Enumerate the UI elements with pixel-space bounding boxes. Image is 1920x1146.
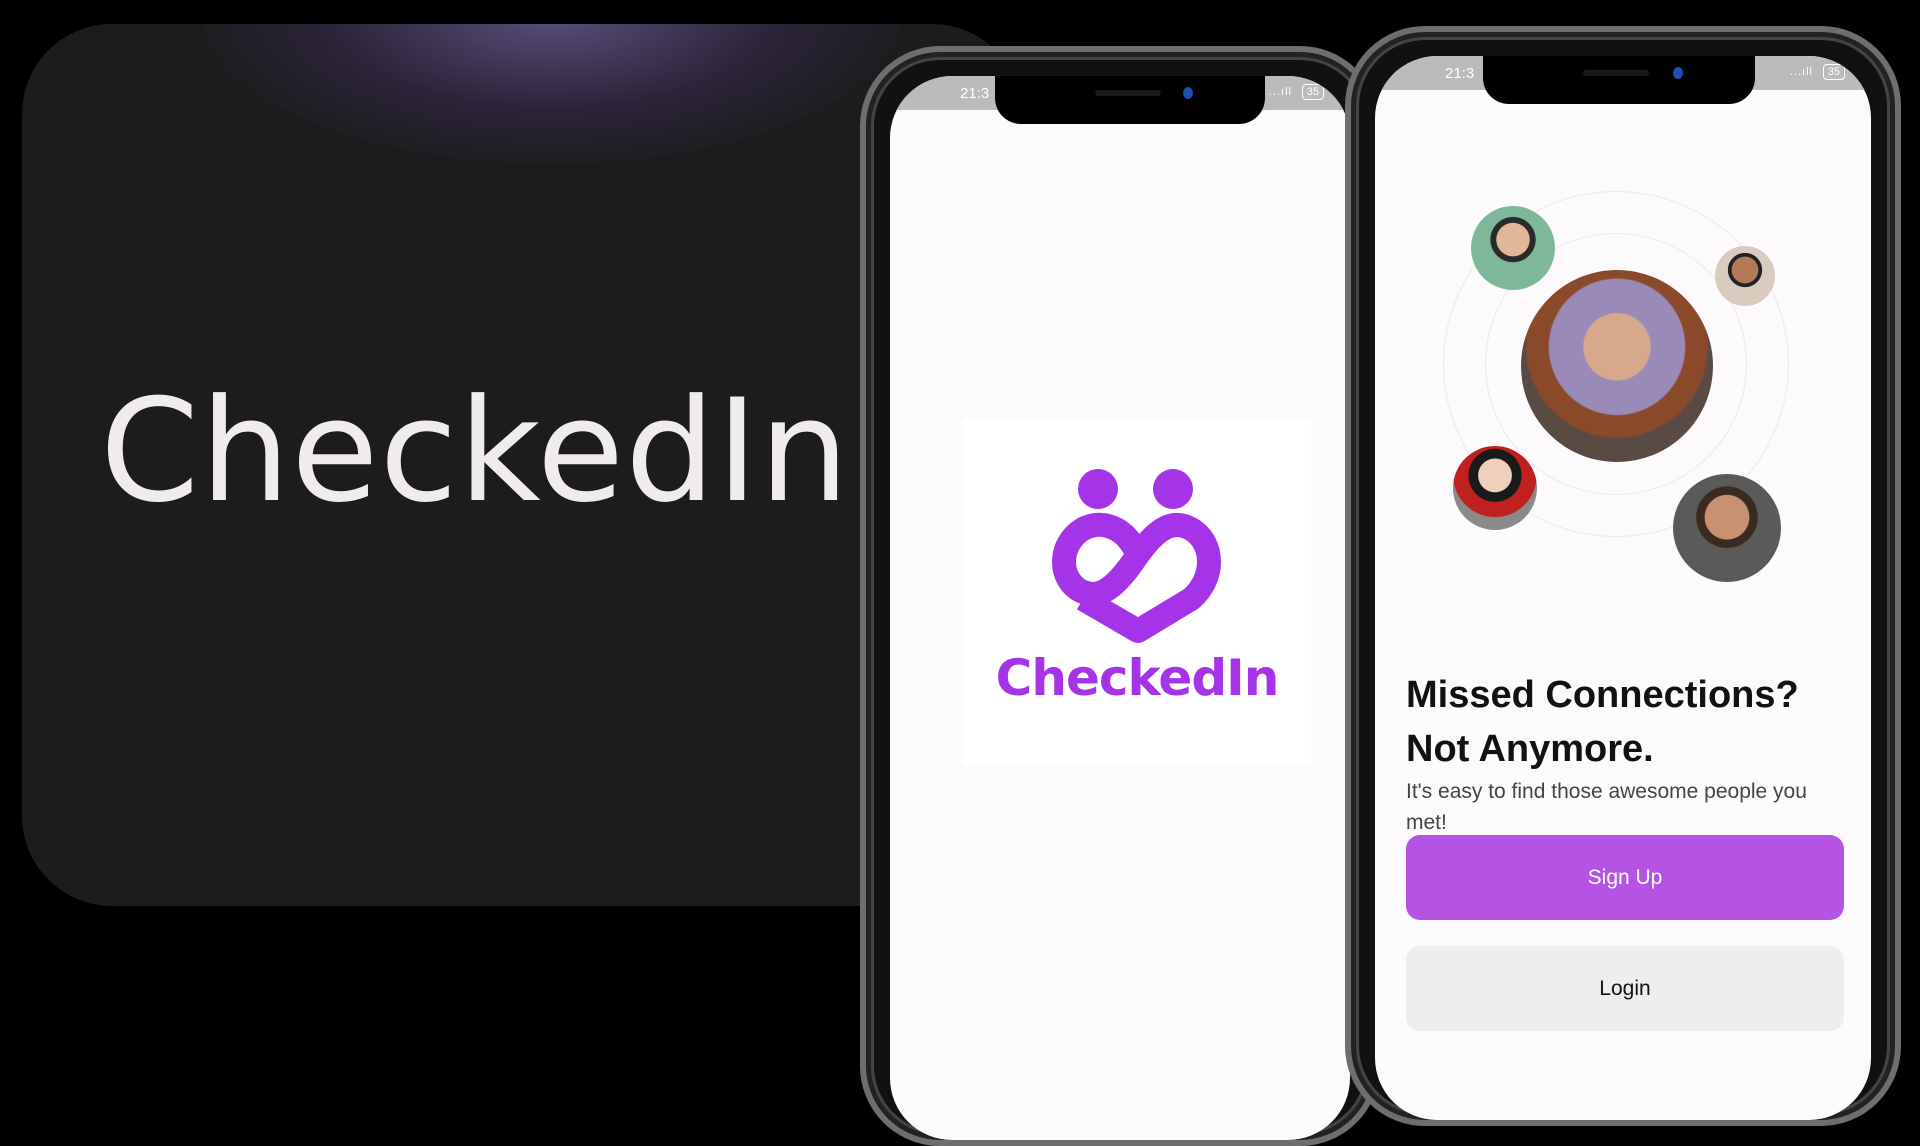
avatar-featured (1521, 270, 1713, 462)
welcome-subtitle: It's easy to find those awesome people y… (1406, 780, 1807, 834)
signal-icon: ...ıll (1789, 66, 1813, 78)
avatar (1673, 474, 1781, 582)
status-time: 21:3 (960, 85, 990, 102)
logo-text: CheckedIn (995, 649, 1280, 707)
avatar (1471, 206, 1555, 290)
phone-welcome: 21:3 ...ıll 35 Missed Connections? Not An… (1345, 26, 1901, 1126)
login-button[interactable]: Login (1406, 946, 1844, 1031)
avatar (1715, 246, 1775, 306)
infinity-heart-logo-icon (1052, 469, 1221, 643)
battery-icon: 35 (1301, 84, 1324, 100)
battery-icon: 35 (1822, 64, 1845, 80)
notch (1483, 56, 1755, 104)
logo: CheckedIn (963, 419, 1311, 765)
splash-screen: 21:3 ...ıll 35 CheckedIn (890, 76, 1350, 1140)
gradient-glow (202, 24, 902, 164)
notch (995, 76, 1265, 124)
app-title: CheckedIn (100, 369, 851, 534)
signup-button[interactable]: Sign Up (1406, 835, 1844, 920)
camera-icon (1673, 67, 1683, 79)
signal-icon: ...ıll (1268, 86, 1292, 98)
phone-splash: 21:3 ...ıll 35 CheckedIn (860, 46, 1380, 1146)
welcome-heading: Missed Connections? Not Anymore. (1406, 674, 1799, 770)
status-time: 21:3 (1445, 65, 1475, 82)
avatar (1453, 446, 1537, 530)
camera-icon (1183, 87, 1193, 99)
welcome-screen: 21:3 ...ıll 35 Missed Connections? Not An… (1375, 56, 1871, 1120)
